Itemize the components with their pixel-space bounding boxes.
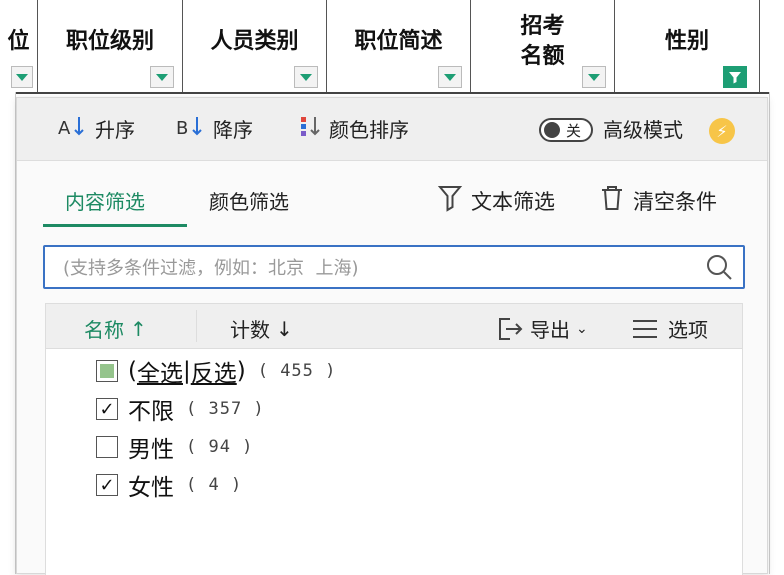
col-header-level[interactable]: 职位级别 [38, 0, 183, 92]
item-label: 不限 [128, 399, 174, 425]
list-header: 名称 ↑ 计数 ↓ 导出 ⌄ 选项 [46, 304, 742, 349]
search-box [43, 245, 745, 289]
paren-close: ) [236, 358, 246, 384]
options-button[interactable]: 选项 [632, 314, 708, 343]
tab-content-filter[interactable]: 内容筛选 [65, 186, 145, 215]
funnel-icon [729, 72, 741, 84]
item-label: 女性 [128, 475, 174, 501]
chevron-down-icon [300, 73, 312, 81]
col-header-quota[interactable]: 招考 名额 [471, 0, 615, 92]
svg-text:A: A [58, 118, 71, 138]
item-count: ( 94 ) [186, 437, 254, 457]
menu-icon [633, 319, 657, 338]
active-filter-button[interactable] [723, 66, 747, 88]
options-label: 选项 [668, 318, 708, 342]
item-count: ( 4 ) [186, 475, 243, 495]
col-header-label: 性别 [664, 29, 709, 54]
select-all-checkbox[interactable] [96, 360, 118, 382]
invert-selection-link[interactable]: 反选 [191, 354, 237, 388]
item-label: 男性 [128, 437, 174, 463]
filter-dropdown-button[interactable] [438, 66, 462, 88]
export-icon [499, 317, 523, 340]
arrow-down-icon: ↓ [276, 316, 293, 341]
row-edge-left [0, 92, 16, 574]
col-header-label-line1: 招考 [520, 14, 565, 39]
filter-dropdown-button[interactable] [582, 66, 606, 88]
sort-by-name-button[interactable]: 名称 ↑ [84, 314, 147, 343]
divider: | [182, 358, 191, 384]
count-header-label: 计数 [230, 318, 270, 342]
col-header-label: 职位简述 [354, 29, 443, 54]
sort-by-count-button[interactable]: 计数 ↓ [230, 314, 293, 343]
clear-conditions-button[interactable]: 清空条件 [599, 184, 717, 218]
item-checkbox[interactable]: ✓ [96, 474, 118, 496]
sort-ascending-label: 升序 [95, 117, 135, 142]
text-filter-icon [437, 184, 463, 218]
sort-descending-button[interactable]: B 降序 [175, 113, 253, 143]
export-button[interactable]: 导出 ⌄ [496, 314, 588, 343]
col-header-label: 人员类别 [210, 29, 299, 54]
paren-open: ( [128, 358, 137, 384]
chevron-down-icon [156, 73, 168, 81]
svg-text:B: B [176, 118, 188, 138]
clear-conditions-label: 清空条件 [633, 190, 717, 214]
toggle-knob [544, 122, 560, 138]
chevron-down-icon [16, 73, 28, 81]
item-count: ( 357 ) [186, 399, 265, 419]
value-list: 名称 ↑ 计数 ↓ 导出 ⌄ 选项 (全选 | 反选) ( 455 ) ✓ 不限… [45, 303, 743, 575]
select-all-link[interactable]: 全选 [137, 354, 183, 388]
list-item[interactable]: ✓ 不限 ( 357 ) [96, 392, 265, 426]
sort-descending-label: 降序 [213, 117, 253, 142]
filter-dropdown-button[interactable] [294, 66, 318, 88]
name-header-label: 名称 [84, 318, 124, 342]
search-input[interactable] [45, 247, 705, 289]
toggle-state-label: 关 [566, 121, 582, 140]
sort-ascending-button[interactable]: A 升序 [57, 113, 135, 143]
item-checkbox[interactable]: ✓ [96, 398, 118, 420]
advanced-mode-text: 高级模式 [603, 117, 683, 142]
advanced-mode-label: 高级模式 [603, 113, 683, 143]
checkmark-icon: ✓ [99, 398, 115, 420]
color-sort-button[interactable]: 颜色排序 [297, 113, 409, 143]
sort-descending-icon: B [175, 114, 207, 143]
filter-dropdown-button[interactable] [150, 66, 174, 88]
row-edge-right [769, 92, 784, 574]
color-sort-icon [297, 114, 323, 143]
color-sort-label: 颜色排序 [329, 117, 409, 142]
sort-ascending-icon: A [57, 114, 89, 143]
sort-toolbar: A 升序 B 降序 颜色排序 关 高级模式 ⚡ [17, 98, 767, 161]
col-header-label: 位 [7, 29, 30, 54]
header-row: 位 职位级别 人员类别 职位简述 招考 名额 性别 [0, 0, 784, 94]
item-checkbox[interactable] [96, 436, 118, 458]
advanced-mode-toggle[interactable]: 关 [539, 118, 593, 142]
col-header-description[interactable]: 职位简述 [327, 0, 471, 92]
export-label: 导出 [530, 318, 570, 342]
chevron-down-icon [588, 73, 600, 81]
col-header-category[interactable]: 人员类别 [183, 0, 327, 92]
filter-dropdown-button[interactable] [11, 66, 33, 88]
header-divider [196, 310, 197, 342]
tab-color-filter[interactable]: 颜色筛选 [209, 186, 289, 215]
chevron-down-icon: ⌄ [576, 320, 588, 337]
text-filter-button[interactable]: 文本筛选 [437, 184, 555, 218]
checkmark-icon: ✓ [99, 474, 115, 496]
select-all-item[interactable]: (全选 | 反选) ( 455 ) [96, 354, 336, 388]
col-header-position[interactable]: 位 [0, 0, 38, 92]
text-filter-label: 文本筛选 [471, 190, 555, 214]
chevron-down-icon [444, 73, 456, 81]
trash-icon [599, 184, 625, 218]
search-icon[interactable] [705, 253, 733, 285]
arrow-up-icon: ↑ [130, 316, 147, 341]
filter-panel: A 升序 B 降序 颜色排序 关 高级模式 ⚡ 内容筛选 颜色筛选 文本筛选 清… [16, 97, 768, 575]
col-header-gender[interactable]: 性别 [615, 0, 760, 92]
list-item[interactable]: 男性 ( 94 ) [96, 430, 253, 464]
col-header-label: 职位级别 [65, 29, 154, 54]
col-header-label-line2: 名额 [520, 44, 565, 69]
active-tab-indicator [43, 224, 187, 227]
list-item[interactable]: ✓ 女性 ( 4 ) [96, 468, 242, 502]
lightning-icon: ⚡ [709, 118, 735, 144]
total-count: ( 455 ) [257, 361, 337, 381]
